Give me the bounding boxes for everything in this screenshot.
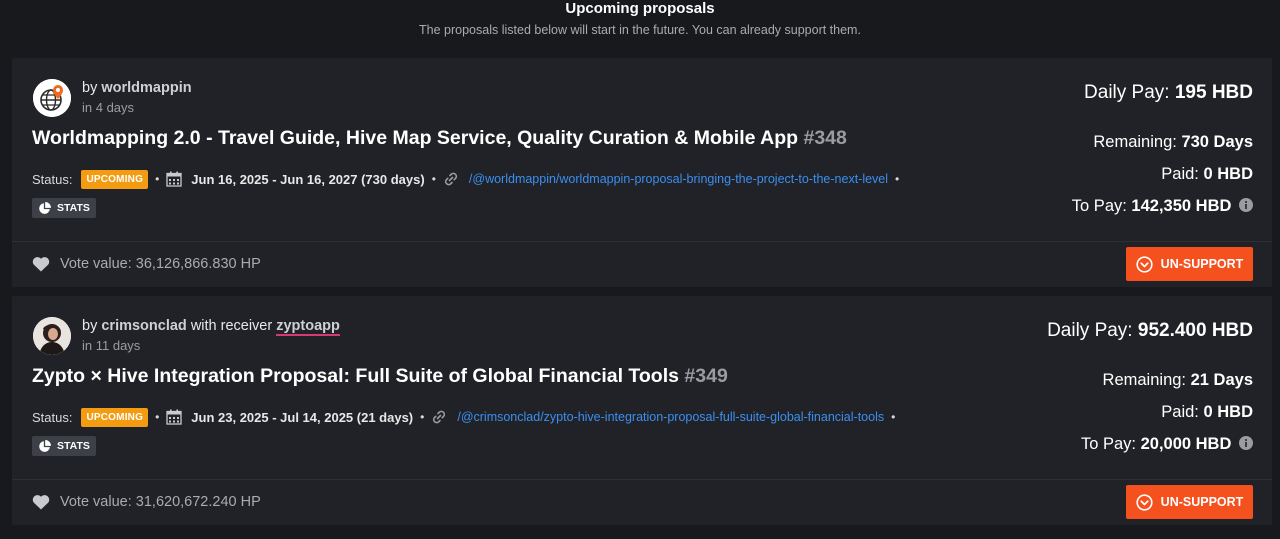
author-line: by worldmappin: [82, 80, 192, 96]
proposal-meta: Status: UPCOMING • Jun 23, 2025 - Jul 14…: [32, 407, 902, 427]
proposal-number: #349: [684, 365, 728, 387]
user-photo-icon: [33, 317, 71, 355]
starts-in: in 4 days: [82, 100, 135, 115]
stats-button[interactable]: STATS: [32, 198, 96, 218]
author-avatar[interactable]: [33, 317, 71, 355]
proposal-title-text[interactable]: Worldmapping 2.0 - Travel Guide, Hive Ma…: [32, 127, 798, 149]
proposal-title[interactable]: Zypto × Hive Integration Proposal: Full …: [32, 365, 728, 388]
to-pay-label: To Pay:: [1071, 197, 1127, 215]
status-label: Status:: [32, 171, 73, 187]
pie-chart-icon: [39, 439, 51, 452]
status-label: Status:: [32, 409, 73, 425]
separator-dot: •: [155, 172, 160, 186]
vote-amount: 36,126,866.830 HP: [135, 256, 261, 272]
vote-amount: 31,620,672.240 HP: [135, 494, 261, 510]
card-divider: [12, 241, 1272, 242]
paid: Paid: 0 HBD: [1161, 165, 1253, 184]
separator-dot: •: [895, 172, 900, 186]
paid-label: Paid:: [1161, 165, 1199, 183]
proposal-title[interactable]: Worldmapping 2.0 - Travel Guide, Hive Ma…: [32, 127, 847, 150]
to-pay-value: 20,000 HBD: [1140, 435, 1232, 453]
proposal-dates: Jun 16, 2025 - Jun 16, 2027 (730 days): [191, 171, 425, 187]
starts-in: in 11 days: [82, 338, 141, 353]
link-icon: [444, 172, 457, 186]
paid-value: 0 HBD: [1203, 165, 1253, 183]
author-line: by crimsonclad with receiver zyptoapp: [82, 318, 340, 336]
remaining-label: Remaining:: [1093, 133, 1177, 151]
info-icon[interactable]: [1239, 436, 1253, 450]
to-pay: To Pay: 142,350 HBD: [1072, 197, 1253, 216]
by-label: by: [82, 80, 98, 96]
remaining-label: Remaining:: [1102, 371, 1187, 389]
remaining-value: 730 Days: [1181, 133, 1253, 151]
remaining: Remaining: 21 Days: [1103, 371, 1253, 390]
receiver-label: with receiver: [190, 318, 273, 334]
stats-label: STATS: [57, 440, 90, 452]
info-icon[interactable]: [1239, 198, 1253, 212]
daily-pay: Daily Pay: 195 HBD: [1084, 82, 1253, 104]
receiver-link[interactable]: zyptoapp: [276, 318, 340, 336]
chevron-circle-down-icon: [1136, 493, 1153, 511]
paid-label: Paid:: [1161, 403, 1199, 421]
proposal-permlink[interactable]: /@crimsonclad/zypto-hive-integration-pro…: [457, 410, 884, 424]
calendar-icon: [166, 409, 182, 425]
section-header: Upcoming proposals The proposals listed …: [0, 0, 1280, 38]
author-avatar[interactable]: [33, 79, 71, 117]
daily-pay-label: Daily Pay:: [1047, 320, 1133, 341]
daily-pay: Daily Pay: 952.400 HBD: [1047, 320, 1253, 342]
vote-value: Vote value: 36,126,866.830 HP: [32, 256, 261, 272]
proposal-card: by crimsonclad with receiver zyptoapp in…: [12, 296, 1272, 525]
to-pay: To Pay: 20,000 HBD: [1081, 435, 1253, 454]
unsupport-label: UN-SUPPORT: [1160, 495, 1244, 509]
proposal-card: by worldmappin in 4 days Worldmapping 2.…: [12, 58, 1272, 287]
stats-label: STATS: [57, 202, 90, 214]
section-title: Upcoming proposals: [565, 0, 715, 17]
to-pay-label: To Pay:: [1080, 435, 1136, 453]
vote-label: Vote value:: [60, 494, 132, 510]
remaining-value: 21 Days: [1190, 371, 1253, 389]
daily-pay-value: 195 HBD: [1174, 82, 1253, 103]
proposal-permlink[interactable]: /@worldmappin/worldmappin-proposal-bring…: [469, 172, 888, 186]
separator-dot: •: [420, 410, 425, 424]
paid: Paid: 0 HBD: [1161, 403, 1253, 422]
calendar-icon: [166, 171, 182, 187]
unsupport-button[interactable]: UN-SUPPORT: [1126, 485, 1253, 519]
heart-icon: [32, 495, 50, 510]
paid-value: 0 HBD: [1203, 403, 1253, 421]
vote-label: Vote value:: [60, 256, 132, 272]
proposal-meta: Status: UPCOMING • Jun 16, 2025 - Jun 16…: [32, 169, 906, 189]
separator-dot: •: [431, 172, 436, 186]
separator-dot: •: [155, 410, 160, 424]
proposal-dates: Jun 23, 2025 - Jul 14, 2025 (21 days): [191, 409, 414, 425]
card-divider: [12, 479, 1272, 480]
globe-pin-icon: [33, 79, 71, 117]
unsupport-button[interactable]: UN-SUPPORT: [1126, 247, 1253, 281]
section-subtitle: The proposals listed below will start in…: [419, 23, 861, 37]
chevron-circle-down-icon: [1136, 255, 1153, 273]
author-link[interactable]: crimsonclad: [101, 318, 186, 334]
by-label: by: [82, 318, 98, 334]
heart-icon: [32, 257, 50, 272]
separator-dot: •: [891, 410, 896, 424]
vote-value: Vote value: 31,620,672.240 HP: [32, 494, 261, 510]
daily-pay-label: Daily Pay:: [1084, 82, 1170, 103]
proposal-title-text[interactable]: Zypto × Hive Integration Proposal: Full …: [32, 365, 679, 387]
daily-pay-value: 952.400 HBD: [1137, 320, 1253, 341]
status-badge: UPCOMING: [81, 169, 149, 189]
pie-chart-icon: [39, 201, 51, 214]
status-badge: UPCOMING: [81, 407, 149, 427]
to-pay-value: 142,350 HBD: [1131, 197, 1232, 215]
link-icon: [433, 410, 446, 424]
unsupport-label: UN-SUPPORT: [1160, 257, 1244, 271]
proposal-number: #348: [803, 127, 847, 149]
author-link[interactable]: worldmappin: [101, 80, 191, 96]
stats-button[interactable]: STATS: [32, 436, 96, 456]
remaining: Remaining: 730 Days: [1093, 133, 1253, 152]
